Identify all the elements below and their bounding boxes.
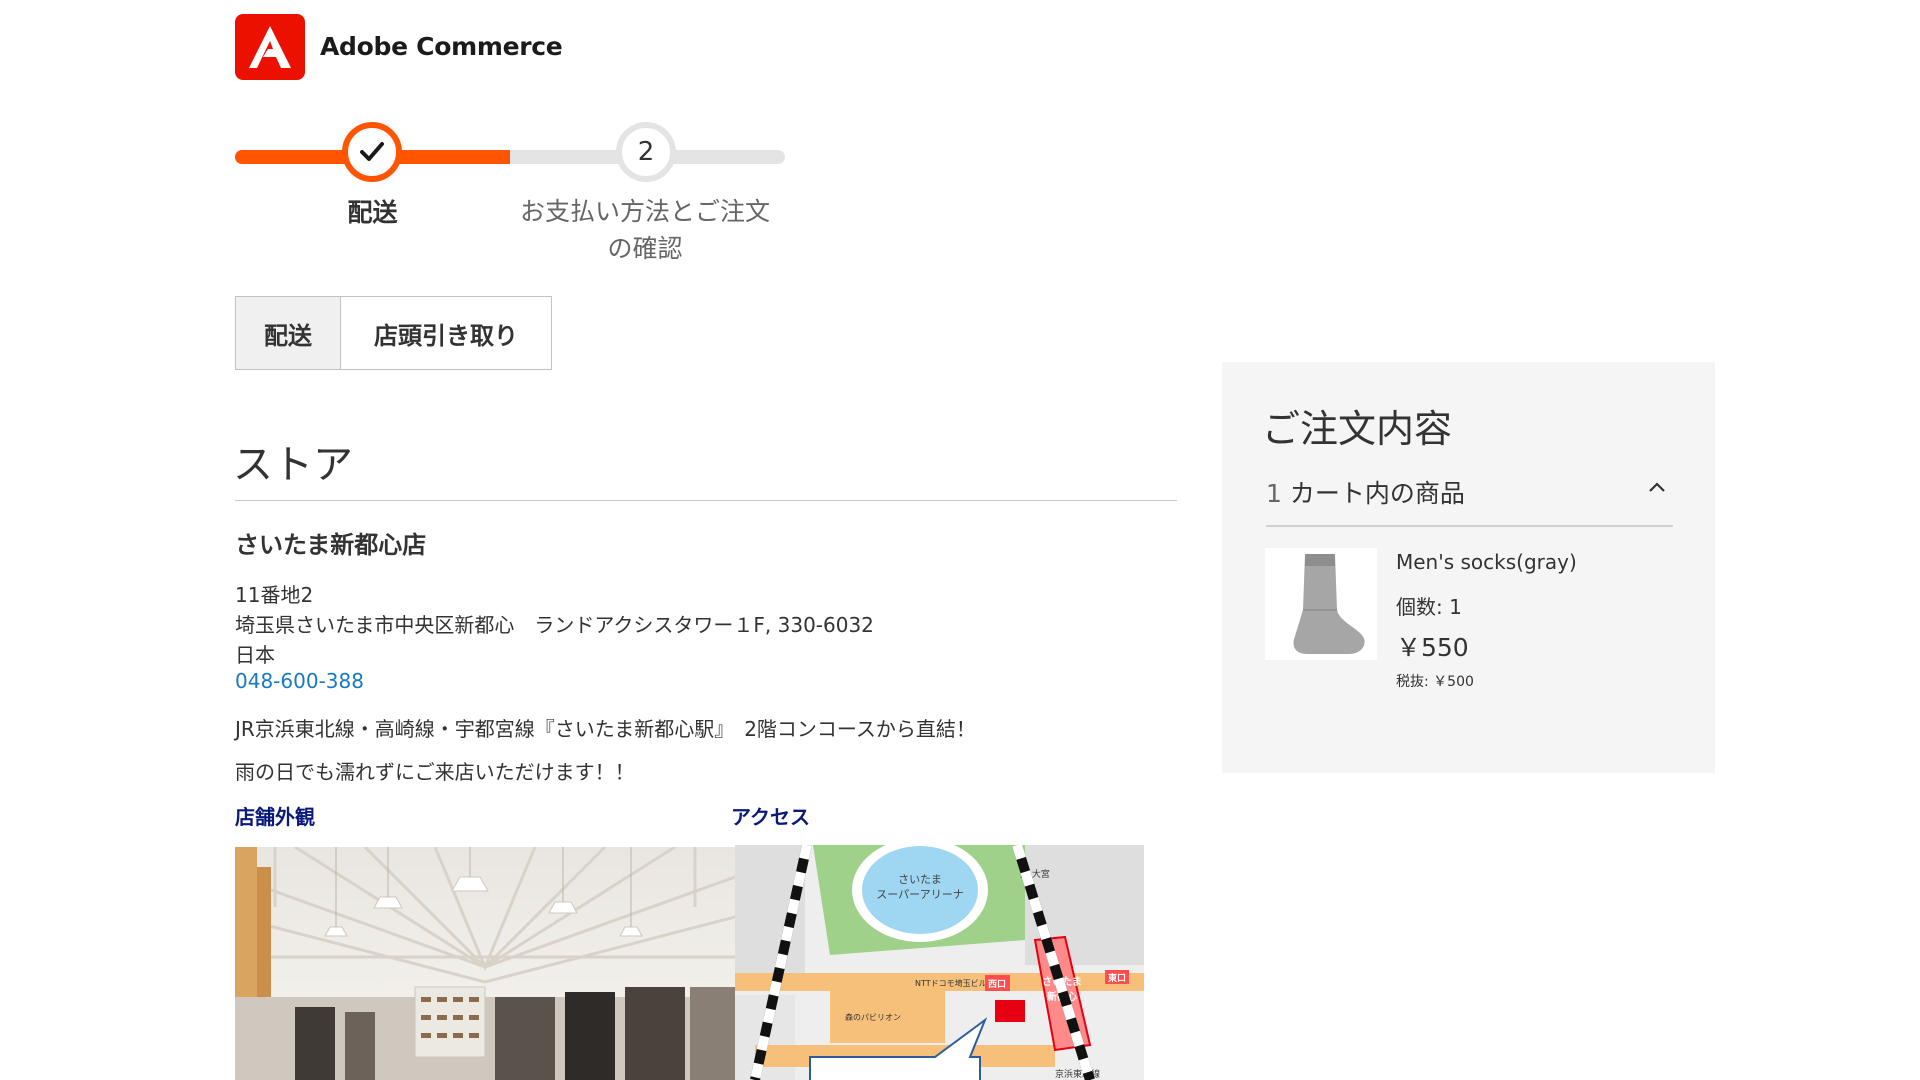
cart-items-toggle[interactable]: 1 カート内の商品 (1266, 474, 1673, 510)
order-summary: ご注文内容 1 カート内の商品 Men's socks(gray) 個数: 1 … (1222, 362, 1715, 773)
store-address-line1: 11番地2 (235, 583, 314, 607)
store-divider (235, 500, 1177, 501)
store-access-heading: アクセス (731, 805, 810, 829)
map-label-west-exit: 西口 (988, 979, 1006, 990)
brand-name[interactable]: Adobe Commerce (320, 32, 563, 61)
cart-items-label: カート内の商品 (1289, 479, 1465, 508)
store-access-note: JR京浜東北線・高崎線・宇都宮線『さいたま新都心駅』 2階コンコースから直結！ (235, 717, 976, 741)
sock-icon (1293, 554, 1365, 654)
tab-shipping[interactable]: 配送 (236, 297, 341, 369)
step-2-label-line1: お支払い方法とご注文 (519, 197, 770, 226)
product-quantity: 個数: 1 (1396, 595, 1462, 619)
product-price: ￥550 (1396, 633, 1469, 662)
map-label-pavilion: 森のパビリオン (845, 1012, 901, 1022)
access-map-image: さいたま スーパーアリーナ NTTドコモ埼玉ビル 森のパビリオン 西口 さいたま… (735, 845, 1144, 1080)
map-label-arena-2: スーパーアリーナ (876, 888, 963, 901)
product-name: Men's socks(gray) (1396, 550, 1577, 574)
checkmark-icon (360, 142, 384, 161)
map-label-ntt: NTTドコモ埼玉ビル (915, 978, 987, 988)
store-rain-note: 雨の日でも濡れずにご来店いただけます！！ (235, 760, 635, 784)
store-address-country: 日本 (235, 643, 275, 667)
store-exterior-image (235, 847, 735, 1080)
tab-store-pickup[interactable]: 店頭引き取り (341, 297, 551, 369)
chevron-up-icon[interactable] (1647, 480, 1667, 494)
store-name: さいたま新都心店 (235, 531, 427, 559)
step-2-label: お支払い方法とご注文 の確認 (500, 193, 790, 267)
cart-items-heading: 1 カート内の商品 (1266, 474, 1673, 510)
cart-items-count: 1 (1266, 479, 1282, 508)
store-exterior-heading: 店舗外観 (235, 805, 315, 829)
shipping-method-tabs: 配送 店頭引き取り (235, 296, 552, 370)
summary-divider (1266, 525, 1673, 527)
map-label-arena-1: さいたま (898, 873, 942, 886)
store-phone-link[interactable]: 048-600-388 (235, 669, 364, 693)
adobe-logo-icon[interactable] (235, 14, 305, 80)
step-1-label[interactable]: 配送 (300, 193, 445, 229)
store-address-line2: 埼玉県さいたま市中央区新都心 ランドアクシスタワー１F, 330-6032 (235, 613, 874, 637)
product-price-excl-tax: 税抜: ￥500 (1396, 674, 1474, 690)
step-complete-indicator (342, 122, 402, 182)
store-section-title: ストア (233, 442, 353, 488)
order-summary-title: ご注文内容 (1262, 407, 1453, 451)
step-2-label-line2: の確認 (607, 234, 683, 263)
step-2-indicator: 2 (616, 122, 676, 182)
map-label-east-exit: 東口 (1108, 972, 1126, 984)
product-thumbnail (1265, 548, 1377, 660)
